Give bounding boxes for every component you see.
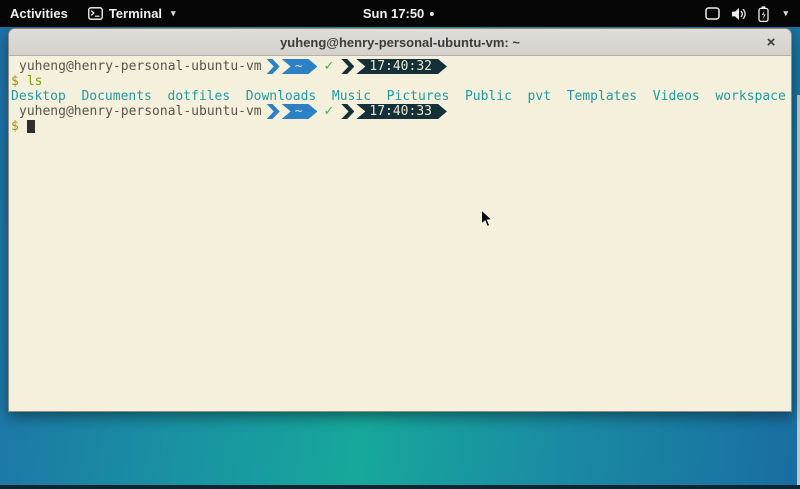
ls-output-line: Desktop Documents dotfiles Downloads Mus… <box>11 89 791 104</box>
status-check-icon: ✓ <box>323 59 334 74</box>
terminal-app-icon <box>88 7 103 20</box>
terminal-cursor <box>27 120 35 133</box>
prompt-cwd-segment: ~ <box>282 104 318 119</box>
prompt-user-host: yuheng@henry-personal-ubuntu-vm <box>19 59 262 74</box>
status-check-icon: ✓ <box>323 104 334 119</box>
screen-bottom-strip <box>0 485 800 489</box>
notification-dot-icon <box>430 12 434 16</box>
command-line: $ ls <box>11 74 791 89</box>
prompt-time-segment: 17:40:32 <box>356 59 447 74</box>
desktop-screen: Activities Terminal ▾ Sun 17:50 <box>0 0 800 489</box>
prompt-user-host: yuheng@henry-personal-ubuntu-vm <box>19 104 262 119</box>
mouse-pointer-icon <box>480 209 494 234</box>
input-line[interactable]: $ <box>11 119 791 134</box>
prompt-line-2: yuheng@henry-personal-ubuntu-vm ~ ✓ 17:4… <box>11 104 791 119</box>
powerline-chevron-icon <box>267 59 280 74</box>
window-titlebar[interactable]: yuheng@henry-personal-ubuntu-vm: ~ × <box>9 29 791 56</box>
app-menu-label: Terminal <box>109 6 162 21</box>
battery-charging-icon <box>758 6 769 22</box>
chevron-down-icon: ▾ <box>171 8 176 19</box>
clock-label: Sun 17:50 <box>363 6 424 21</box>
app-menu-terminal[interactable]: Terminal ▾ <box>78 0 186 27</box>
prompt-line-1: yuheng@henry-personal-ubuntu-vm ~ ✓ 17:4… <box>11 59 791 74</box>
powerline-chevron-icon <box>341 104 354 119</box>
prompt-symbol: $ <box>11 119 19 134</box>
volume-icon <box>731 7 747 21</box>
prompt-time-segment: 17:40:33 <box>356 104 447 119</box>
powerline-chevron-icon <box>267 104 280 119</box>
clock-button[interactable]: Sun 17:50 <box>363 0 434 27</box>
close-button[interactable]: × <box>760 31 782 53</box>
top-bar: Activities Terminal ▾ Sun 17:50 <box>0 0 800 27</box>
screen-icon <box>705 7 720 20</box>
prompt-symbol: $ <box>11 74 19 89</box>
command-text: ls <box>27 74 43 89</box>
terminal-window: yuheng@henry-personal-ubuntu-vm: ~ × yuh… <box>8 28 792 412</box>
window-title: yuheng@henry-personal-ubuntu-vm: ~ <box>280 35 520 50</box>
terminal-content[interactable]: yuheng@henry-personal-ubuntu-vm ~ ✓ 17:4… <box>9 57 791 411</box>
powerline-chevron-icon <box>341 59 354 74</box>
chevron-down-icon: ▾ <box>783 8 788 19</box>
system-status-area[interactable]: ▾ <box>699 0 794 27</box>
prompt-cwd-segment: ~ <box>282 59 318 74</box>
activities-button[interactable]: Activities <box>0 0 78 27</box>
